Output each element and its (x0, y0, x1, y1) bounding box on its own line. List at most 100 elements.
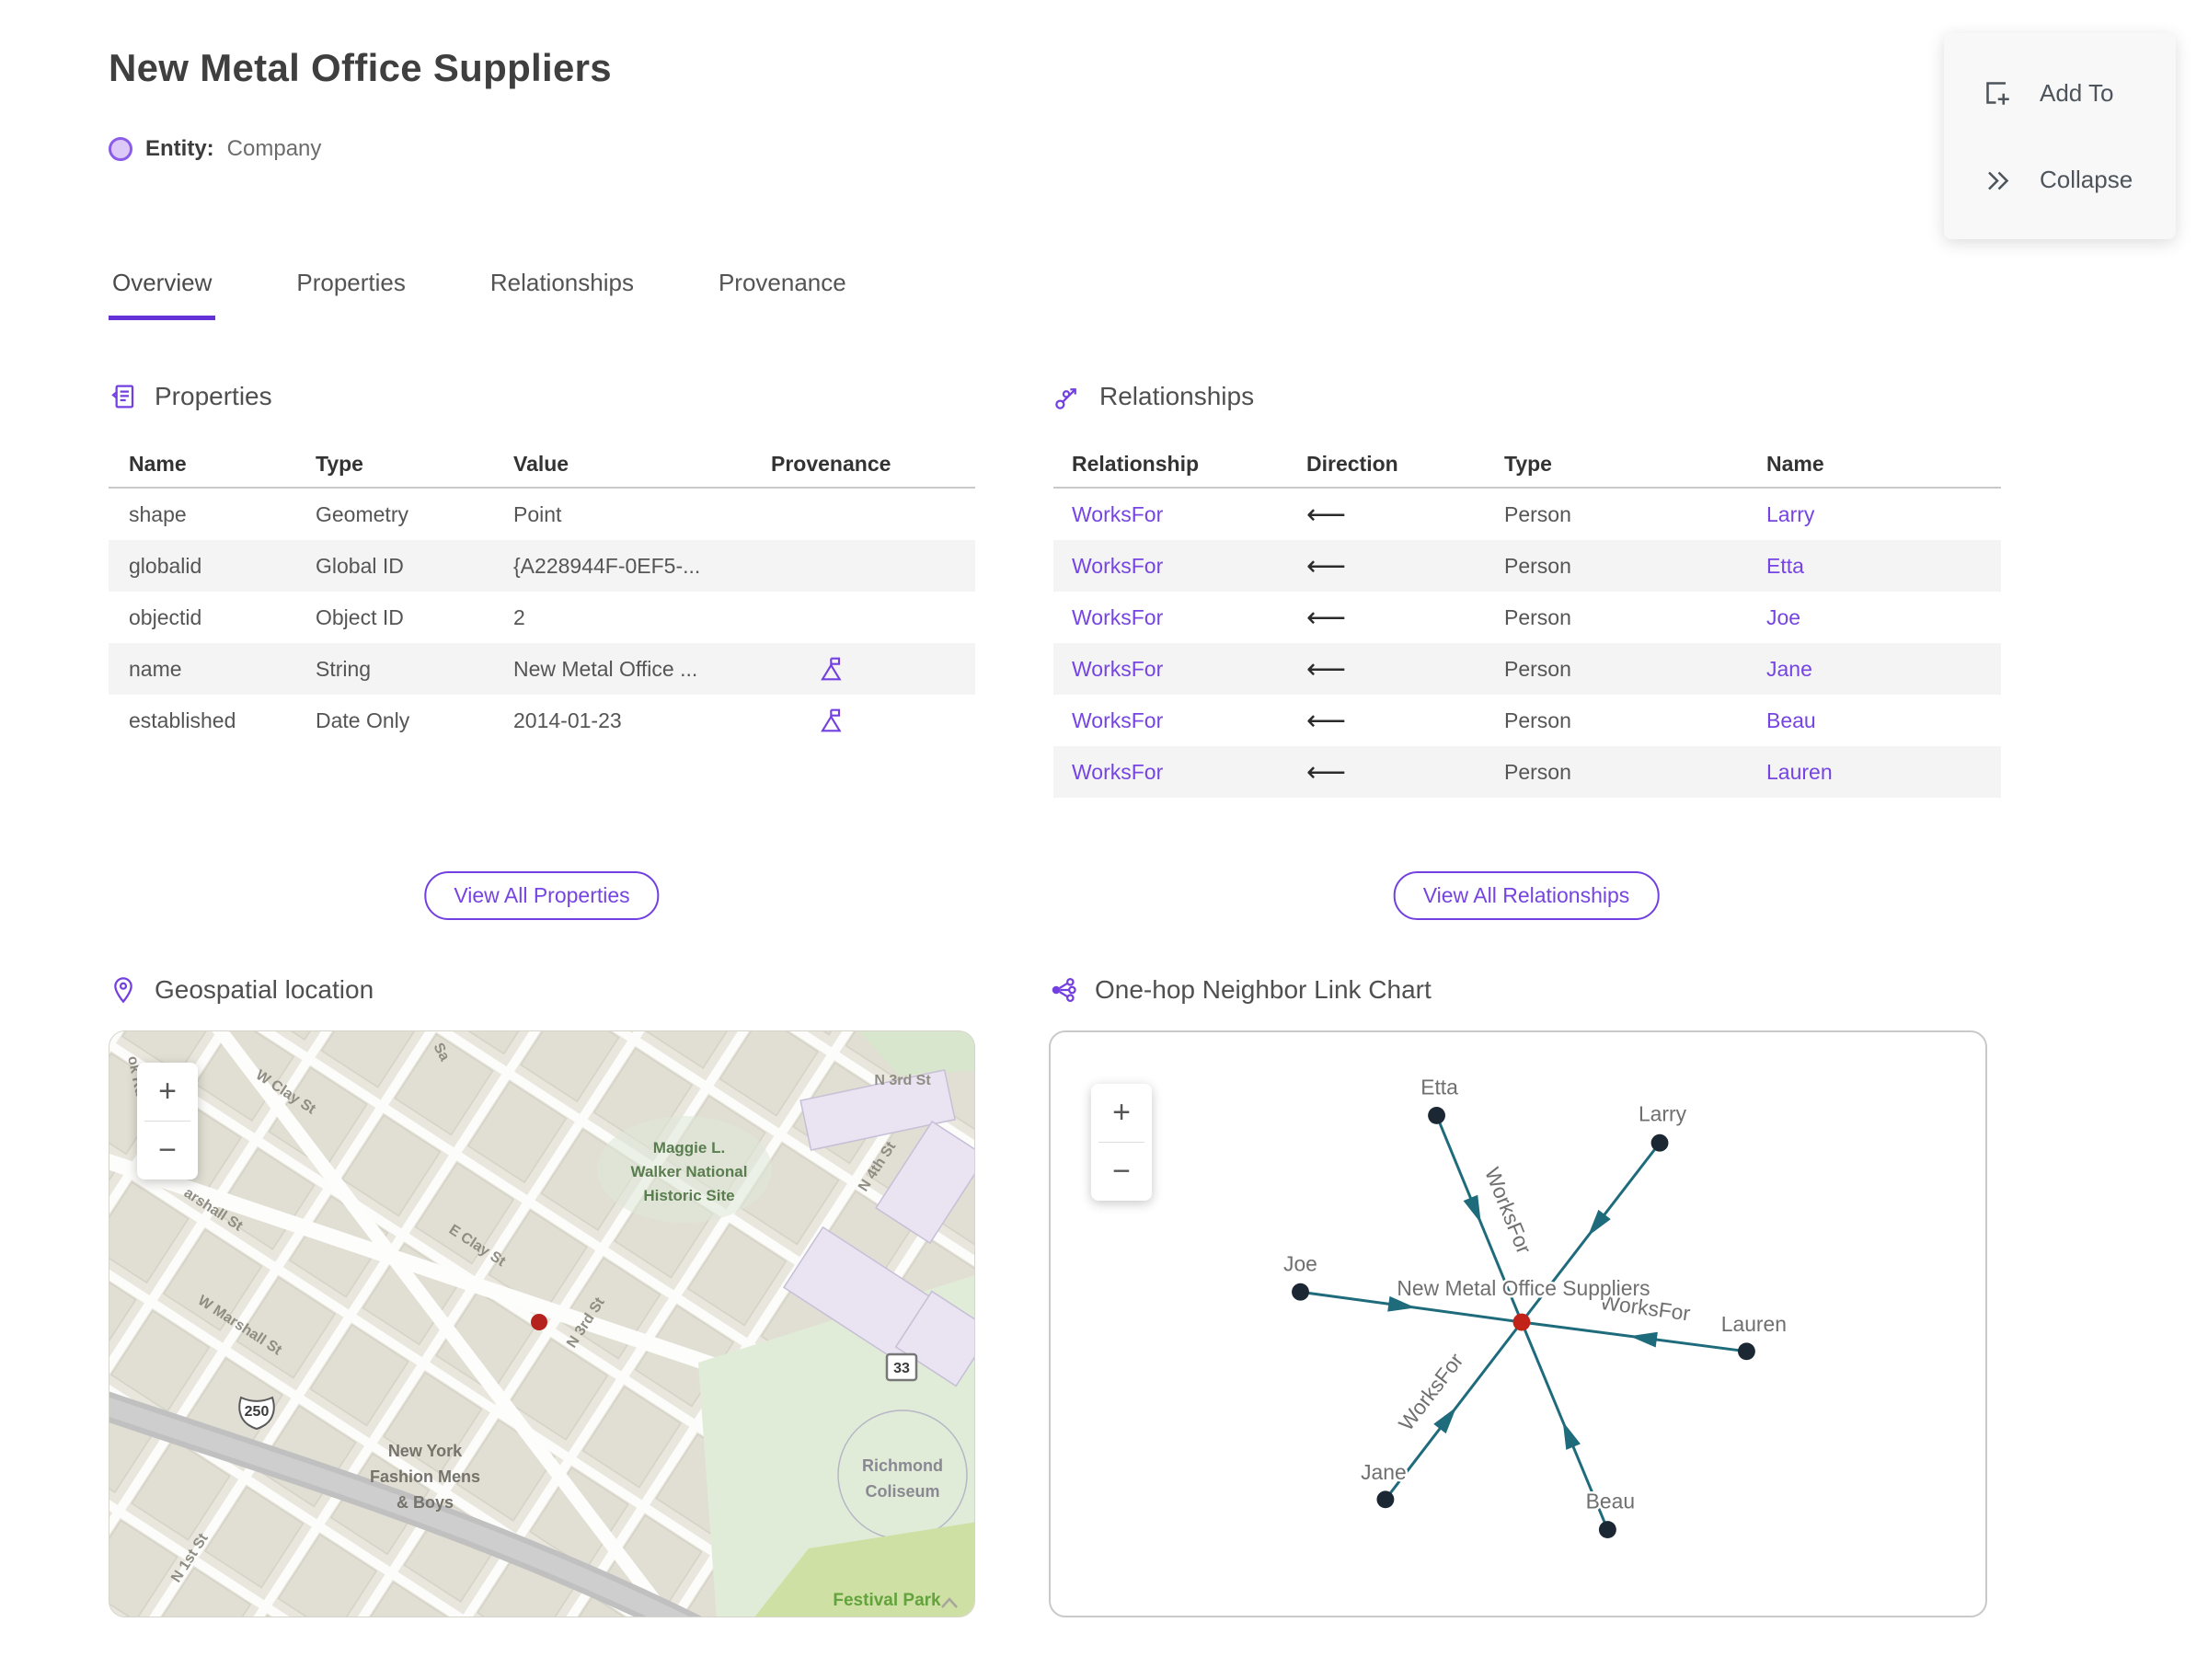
direction-arrow-icon: ⟵ (1306, 756, 1347, 788)
property-value: Point (513, 501, 562, 526)
geospatial-section: Geospatial location ok W Clay St Sa arsh… (109, 975, 975, 1617)
related-entity-link[interactable]: Joe (1766, 605, 1800, 629)
property-name: globalid (129, 553, 202, 578)
column-header-direction: Direction (1306, 441, 1504, 489)
properties-section: Properties Name Type Value Provenance sh… (109, 382, 975, 746)
table-row: established Date Only 2014-01-23 (109, 695, 975, 746)
property-name: shape (129, 501, 187, 526)
relationship-link[interactable]: WorksFor (1072, 502, 1163, 526)
relationship-link[interactable]: WorksFor (1072, 657, 1163, 681)
link-chart-view[interactable]: WorksFor WorksFor WorksFor Etta Larry Joe Laur… (1049, 1030, 1987, 1617)
one-hop-link-chart: WorksForWorksForWorksForEttaLarryJoeLaur… (1282, 1073, 1788, 1539)
landmark-label: Fashion Mens (370, 1467, 480, 1486)
page-title: New Metal Office Suppliers (109, 46, 612, 89)
property-type: String (316, 656, 372, 681)
entity-type-dot-icon (109, 137, 132, 161)
graph-node-label: Jane (1361, 1460, 1407, 1484)
column-header-type: Type (316, 441, 513, 489)
map-pin-icon (114, 977, 132, 1004)
tab-relationships[interactable]: Relationships (487, 269, 638, 320)
geospatial-section-title: Geospatial location (155, 975, 374, 1004)
related-entity-link[interactable]: Etta (1766, 554, 1804, 578)
zoom-in-button[interactable]: + (137, 1063, 198, 1121)
table-row: WorksFor ⟵ Person Joe (1053, 592, 2001, 643)
relationship-link[interactable]: WorksFor (1072, 605, 1163, 629)
view-all-properties-button[interactable]: View All Properties (424, 871, 660, 920)
entity-type-row: Entity: Company (109, 136, 321, 162)
landmark-label: & Boys (397, 1493, 454, 1512)
tab-overview[interactable]: Overview (109, 269, 216, 320)
link-chart-section-title: One-hop Neighbor Link Chart (1095, 975, 1432, 1004)
related-entity-link[interactable]: Beau (1766, 708, 1816, 732)
related-entity-link[interactable]: Lauren (1766, 760, 1833, 784)
table-row: WorksFor ⟵ Person Etta (1053, 540, 2001, 592)
graph-node-label: Lauren (1721, 1312, 1787, 1336)
chart-zoom-control: + − (1091, 1084, 1152, 1201)
collapse-button[interactable]: Collapse (1944, 163, 2176, 196)
basemap: ok Rd W Clay St Sa arshall St E Clay St … (109, 1031, 974, 1617)
relationship-link[interactable]: WorksFor (1072, 708, 1163, 732)
table-row: WorksFor ⟵ Person Lauren (1053, 746, 2001, 798)
properties-table: Name Type Value Provenance shape Geometr… (109, 441, 975, 746)
column-header-provenance: Provenance (771, 441, 975, 489)
graph-center-node[interactable] (1512, 1313, 1531, 1331)
relationships-section-header: Relationships (1053, 382, 2001, 411)
zoom-out-button[interactable]: − (1091, 1143, 1152, 1201)
link-chart-icon (1052, 977, 1076, 1003)
related-entity-link[interactable]: Jane (1766, 657, 1812, 681)
graph-node[interactable] (1428, 1106, 1445, 1124)
entity-type-value: Company (226, 136, 322, 161)
column-header-name: Name (109, 441, 316, 489)
actions-panel: Add To Collapse (1944, 33, 2176, 239)
property-type: Geometry (316, 501, 408, 526)
collapse-label: Collapse (2040, 165, 2133, 193)
property-name: established (129, 708, 236, 732)
graph-node[interactable] (1598, 1521, 1616, 1539)
column-header-type: Type (1504, 441, 1766, 489)
related-type: Person (1504, 604, 1571, 629)
provenance-flag-icon[interactable] (817, 654, 846, 684)
table-row: globalid Global ID {A228944F-0EF5-... (109, 540, 975, 592)
related-entity-link[interactable]: Larry (1766, 502, 1814, 526)
direction-arrow-icon: ⟵ (1306, 602, 1347, 633)
tab-bar: Overview Properties Relationships Proven… (109, 269, 850, 320)
map-zoom-control: + − (137, 1063, 198, 1179)
graph-node-label: Beau (1586, 1490, 1635, 1513)
relationships-icon (1055, 388, 1076, 409)
properties-section-title: Properties (155, 382, 272, 410)
relationship-link[interactable]: WorksFor (1072, 760, 1163, 784)
graph-node[interactable] (1292, 1283, 1309, 1301)
graph-node[interactable] (1737, 1342, 1755, 1361)
table-row: WorksFor ⟵ Person Beau (1053, 695, 2001, 746)
property-type: Global ID (316, 553, 404, 578)
related-type: Person (1504, 708, 1571, 732)
svg-text:250: 250 (245, 1404, 270, 1420)
tab-provenance[interactable]: Provenance (715, 269, 850, 320)
route-shield-33: 33 (885, 1352, 918, 1382)
property-value: 2014-01-23 (513, 708, 622, 732)
tab-properties[interactable]: Properties (293, 269, 409, 320)
entity-location-marker[interactable] (531, 1314, 547, 1330)
zoom-out-button[interactable]: − (137, 1122, 198, 1179)
graph-edge-arrow-icon (1629, 1331, 1658, 1348)
graph-node[interactable] (1650, 1133, 1669, 1152)
provenance-flag-icon[interactable] (817, 706, 846, 735)
related-type: Person (1504, 656, 1571, 681)
direction-arrow-icon: ⟵ (1306, 705, 1347, 736)
column-header-name: Name (1766, 441, 2001, 489)
view-all-relationships-button[interactable]: View All Relationships (1393, 871, 1660, 920)
add-to-button[interactable]: Add To (1944, 76, 2176, 109)
geospatial-section-header: Geospatial location (109, 975, 975, 1005)
graph-node-label: Joe (1283, 1251, 1317, 1275)
map-view[interactable]: ok Rd W Clay St Sa arshall St E Clay St … (109, 1030, 975, 1617)
zoom-in-button[interactable]: + (1091, 1084, 1152, 1142)
graph-node[interactable] (1376, 1490, 1395, 1509)
table-row: shape Geometry Point (109, 488, 975, 540)
relationships-section-title: Relationships (1099, 382, 1255, 410)
direction-arrow-icon: ⟵ (1306, 653, 1347, 685)
table-row: WorksFor ⟵ Person Jane (1053, 643, 2001, 695)
graph-center-node-label: New Metal Office Suppliers (1397, 1276, 1650, 1300)
graph-edge-arrow-icon (1433, 1407, 1457, 1434)
relationships-table: Relationship Direction Type Name WorksFo… (1053, 441, 2001, 798)
relationship-link[interactable]: WorksFor (1072, 554, 1163, 578)
